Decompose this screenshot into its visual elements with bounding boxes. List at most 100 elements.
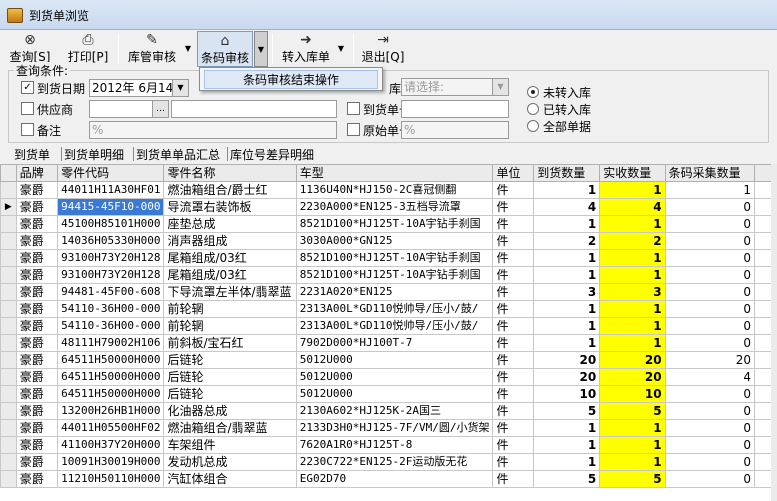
received-qty-cell[interactable]: 1 (599, 453, 666, 471)
table-row[interactable]: 豪爵 48111H79002H106 前斜板/宝石红 7902D000*HJ100T-… (0, 334, 777, 352)
part-code-cell[interactable]: 13200H26HB1H000 (57, 402, 165, 420)
received-qty-cell[interactable]: 1 (599, 215, 666, 233)
received-qty-cell[interactable]: 20 (599, 351, 666, 369)
row-indicator[interactable] (0, 181, 17, 199)
unit-cell[interactable]: 件 (492, 215, 535, 233)
detail-grid[interactable]: 品牌 零件代码 零件名称 车型 单位 到货数量 实收数量 条码采集数量 豪爵 44… (0, 164, 777, 501)
arrival-qty-cell[interactable]: 4 (533, 198, 601, 216)
row-indicator[interactable] (0, 402, 17, 420)
received-qty-cell[interactable]: 4 (599, 198, 666, 216)
part-code-cell[interactable]: 48111H79002H106 (57, 334, 165, 352)
arrival-qty-cell[interactable]: 1 (533, 419, 601, 437)
brand-cell[interactable]: 豪爵 (15, 453, 59, 471)
row-indicator[interactable] (0, 368, 17, 386)
brand-cell[interactable]: 豪爵 (15, 419, 59, 437)
part-code-cell[interactable]: 64511H50000H000 (57, 351, 165, 369)
row-indicator[interactable] (0, 470, 17, 488)
part-code-cell[interactable]: 94415-45F10-000 (57, 198, 165, 216)
barcode-qty-cell[interactable]: 0 (664, 436, 756, 454)
received-qty-cell[interactable]: 1 (599, 249, 666, 267)
barcode-qty-cell[interactable]: 4 (664, 368, 756, 386)
barcode-qty-cell[interactable]: 1 (664, 181, 756, 199)
barcode-qty-cell[interactable]: 0 (664, 283, 756, 301)
radio-all[interactable] (527, 120, 539, 132)
received-qty-cell[interactable]: 1 (599, 317, 666, 335)
barcode-qty-cell[interactable]: 0 (664, 249, 756, 267)
arrival-qty-cell[interactable]: 1 (533, 300, 601, 318)
row-indicator[interactable] (0, 334, 17, 352)
barcode-qty-cell[interactable]: 0 (664, 385, 756, 403)
table-row[interactable]: 豪爵 45100H85101H000 座垫总成 8521D100*HJ125T-10A… (0, 215, 777, 233)
radio-not-inbound[interactable] (527, 86, 539, 98)
part-name-cell[interactable]: 后链轮 (163, 385, 297, 403)
part-code-cell[interactable]: 93100H73Y20H128 (57, 249, 165, 267)
table-row[interactable]: 豪爵 64511H50000H000 后链轮 5012U000 件 20 20 20 (0, 351, 777, 369)
table-row[interactable]: 豪爵 14036H05330H000 消声器组成 3030A000*GN125 件 2 2 0 (0, 232, 777, 250)
model-cell[interactable]: 2230A000*EN125-3五档导流罩 (295, 198, 494, 216)
brand-cell[interactable]: 豪爵 (15, 249, 59, 267)
part-name-cell[interactable]: 发动机总成 (163, 453, 297, 471)
column-header[interactable]: 实收数量 (599, 164, 666, 182)
row-indicator[interactable] (0, 317, 17, 335)
row-indicator[interactable] (0, 266, 17, 284)
unit-cell[interactable]: 件 (492, 232, 535, 250)
warehouse-audit-button[interactable]: ✎ 库管审核 (124, 31, 180, 67)
barcode-qty-cell[interactable]: 0 (664, 266, 756, 284)
received-qty-cell[interactable]: 3 (599, 283, 666, 301)
arrival-qty-cell[interactable]: 10 (533, 385, 601, 403)
row-indicator[interactable] (0, 249, 17, 267)
table-row[interactable]: 豪爵 11210H50110H000 汽缸体组合 EG02D70 件 5 5 0 (0, 470, 777, 488)
brand-cell[interactable]: 豪爵 (15, 215, 59, 233)
part-code-cell[interactable]: 64511H50000H000 (57, 368, 165, 386)
warehouse-audit-dropdown[interactable]: ▼ (181, 31, 195, 67)
row-indicator[interactable] (0, 453, 17, 471)
row-indicator[interactable] (0, 351, 17, 369)
unit-cell[interactable]: 件 (492, 419, 535, 437)
part-name-cell[interactable]: 尾箱组成/03红 (163, 249, 297, 267)
brand-cell[interactable]: 豪爵 (15, 402, 59, 420)
brand-cell[interactable]: 豪爵 (15, 283, 59, 301)
to-inbound-dropdown[interactable]: ▼ (334, 31, 348, 67)
radio-inbound[interactable] (527, 103, 539, 115)
brand-cell[interactable]: 豪爵 (15, 266, 59, 284)
table-row[interactable]: 豪爵 64511H50000H000 后链轮 5012U000 件 10 10 0 (0, 385, 777, 403)
model-cell[interactable]: 2133D3H0*HJ125-7F/VM/圆/小货架 (295, 419, 494, 437)
model-cell[interactable]: 5012U000 (295, 368, 494, 386)
supplier-name-input[interactable] (171, 100, 337, 118)
part-code-cell[interactable]: 93100H73Y20H128 (57, 266, 165, 284)
row-indicator[interactable] (0, 436, 17, 454)
remark-input[interactable]: % (89, 121, 337, 139)
part-code-cell[interactable]: 45100H85101H000 (57, 215, 165, 233)
received-qty-cell[interactable]: 1 (599, 436, 666, 454)
row-indicator[interactable] (0, 419, 17, 437)
barcode-qty-cell[interactable]: 0 (664, 402, 756, 420)
model-cell[interactable]: 2130A602*HJ125K-2A国三 (295, 402, 494, 420)
table-row[interactable]: 豪爵 94481-45F00-608 下导流罩左半体/翡翠蓝 2231A020*EN1… (0, 283, 777, 301)
barcode-qty-cell[interactable]: 0 (664, 317, 756, 335)
unit-cell[interactable]: 件 (492, 181, 535, 199)
table-row[interactable]: 豪爵 41100H37Y20H000 车架组件 7620A1R0*HJ125T-8 件 1… (0, 436, 777, 454)
part-name-cell[interactable]: 汽缸体组合 (163, 470, 297, 488)
arrival-no-checkbox[interactable] (347, 102, 360, 115)
part-name-cell[interactable]: 前轮辋 (163, 300, 297, 318)
unit-cell[interactable]: 件 (492, 198, 535, 216)
vertical-scrollbar[interactable] (771, 164, 777, 501)
part-code-cell[interactable]: 44011H11A30HF01 (57, 181, 165, 199)
ellipsis-icon[interactable]: … (152, 101, 168, 117)
chevron-down-icon[interactable]: ▼ (492, 79, 508, 95)
arrival-qty-cell[interactable]: 1 (533, 453, 601, 471)
model-cell[interactable]: 2231A020*EN125 (295, 283, 494, 301)
column-header[interactable]: 零件名称 (163, 164, 297, 182)
model-cell[interactable]: 2313A00L*GD110悦帅导/压小/鼓/ (295, 300, 494, 318)
received-qty-cell[interactable]: 2 (599, 232, 666, 250)
row-indicator[interactable] (0, 215, 17, 233)
barcode-qty-cell[interactable]: 0 (664, 470, 756, 488)
part-name-cell[interactable]: 尾箱组成/03红 (163, 266, 297, 284)
model-cell[interactable]: 7902D000*HJ100T-7 (295, 334, 494, 352)
unit-cell[interactable]: 件 (492, 317, 535, 335)
arrival-qty-cell[interactable]: 3 (533, 283, 601, 301)
part-name-cell[interactable]: 后链轮 (163, 351, 297, 369)
brand-cell[interactable]: 豪爵 (15, 470, 59, 488)
row-indicator[interactable] (0, 232, 17, 250)
barcode-qty-cell[interactable]: 0 (664, 232, 756, 250)
